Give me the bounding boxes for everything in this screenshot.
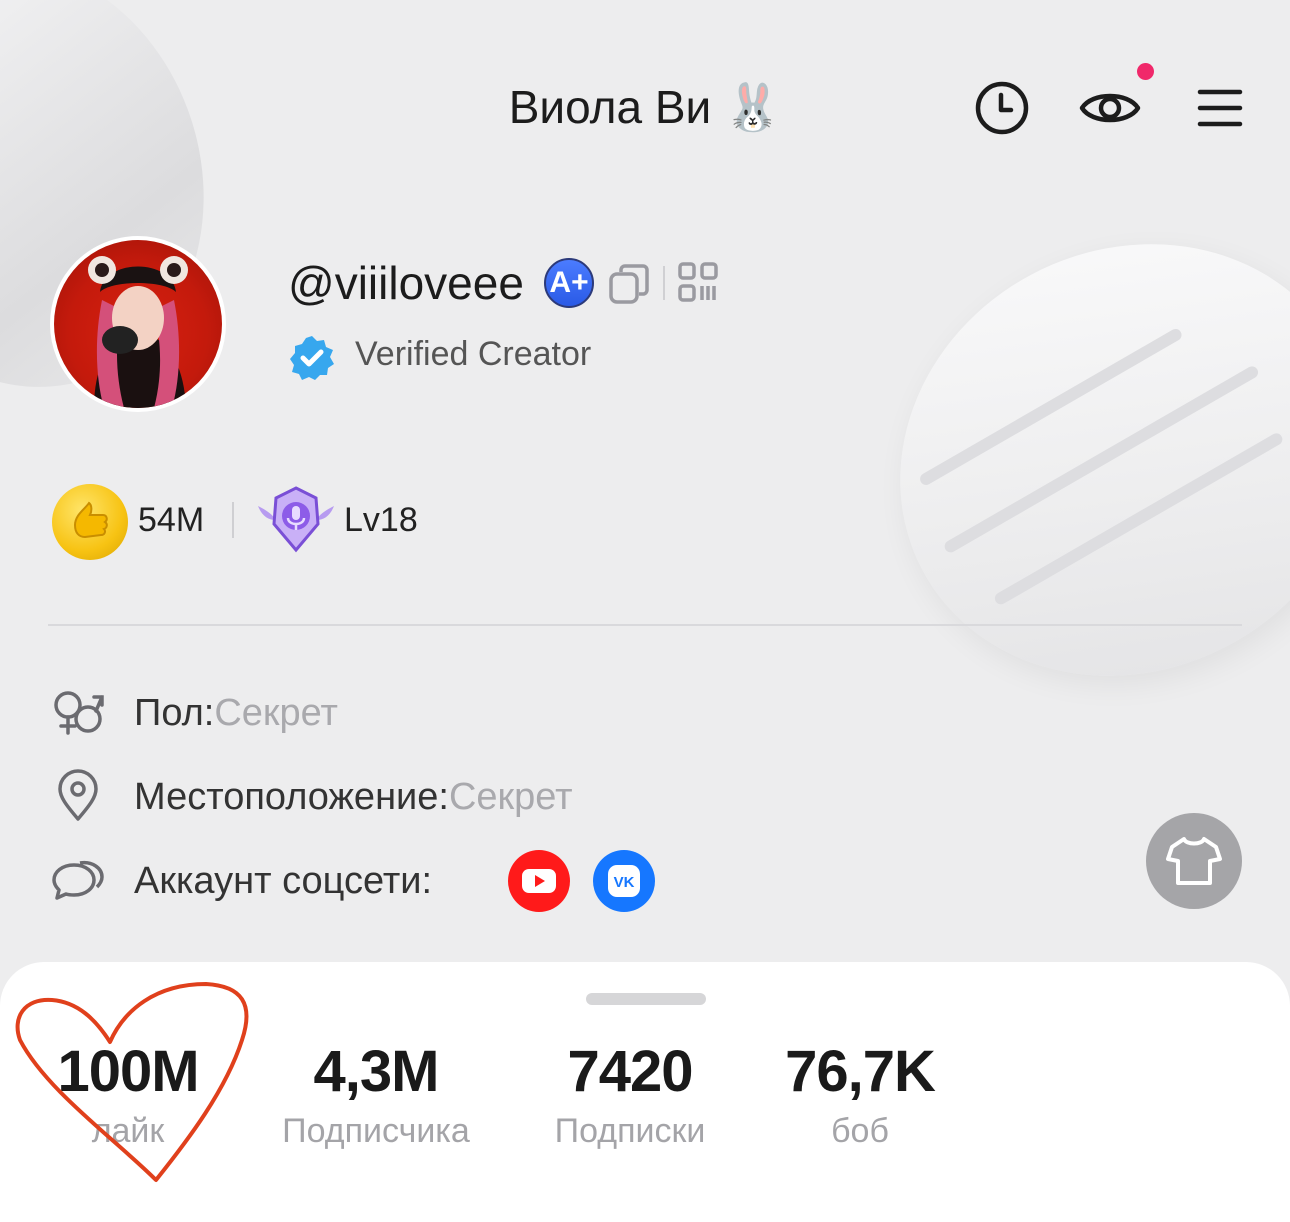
following-caption: Подписки bbox=[554, 1112, 706, 1150]
likes-count: 100M bbox=[57, 1039, 199, 1104]
social-accounts-row: Аккаунт соцсети: bbox=[50, 851, 432, 911]
gender-icon bbox=[50, 685, 106, 741]
avatar[interactable] bbox=[50, 236, 226, 412]
avatar-image bbox=[54, 240, 222, 408]
coin-thumb-icon[interactable] bbox=[52, 484, 128, 560]
sheet-grabber[interactable] bbox=[586, 993, 706, 1005]
likes-stat[interactable]: 100M лайк bbox=[38, 1038, 218, 1156]
followers-count: 4,3M bbox=[313, 1039, 440, 1104]
following-stat[interactable]: 7420 Подписки bbox=[530, 1038, 730, 1156]
qr-code-icon[interactable] bbox=[678, 262, 718, 307]
beans-count: 76,7K bbox=[785, 1039, 936, 1104]
visitors-eye-icon[interactable] bbox=[1078, 78, 1142, 138]
outfit-shirt-button[interactable] bbox=[1146, 813, 1242, 909]
gender-row: Пол: Секрет bbox=[50, 683, 338, 743]
username: @viiiloveee bbox=[288, 257, 524, 309]
likes-caption: лайк bbox=[91, 1112, 165, 1150]
followers-caption: Подписчика bbox=[282, 1112, 470, 1150]
beans-caption: боб bbox=[831, 1112, 889, 1150]
aplus-badge-icon[interactable]: A+ bbox=[544, 258, 594, 308]
verified-creator-label: Verified Creator bbox=[355, 335, 592, 373]
chat-bubbles-icon bbox=[50, 853, 106, 909]
social-accounts-label: Аккаунт соцсети: bbox=[134, 859, 433, 902]
verified-check-icon bbox=[288, 334, 336, 387]
location-pin-icon bbox=[50, 769, 106, 825]
gender-label: Пол: bbox=[134, 691, 215, 734]
svg-text:VK: VK bbox=[614, 874, 635, 891]
vk-icon[interactable]: VK bbox=[593, 850, 655, 912]
location-value: Секрет bbox=[448, 775, 573, 818]
copy-icon[interactable] bbox=[607, 262, 651, 311]
notification-dot bbox=[1137, 63, 1154, 80]
following-count: 7420 bbox=[567, 1039, 693, 1104]
location-row: Местоположение: Секрет bbox=[50, 767, 573, 827]
separator bbox=[232, 502, 234, 538]
level-badge-icon[interactable] bbox=[254, 484, 338, 556]
beans-stat[interactable]: 76,7K боб bbox=[770, 1038, 950, 1156]
background-disc-decoration bbox=[823, 164, 1290, 756]
youtube-icon[interactable] bbox=[508, 850, 570, 912]
shirt-icon bbox=[1166, 837, 1222, 885]
divider bbox=[48, 624, 1242, 626]
coins-count: 54M bbox=[138, 501, 205, 539]
location-label: Местоположение: bbox=[134, 775, 449, 818]
gender-value: Секрет bbox=[214, 691, 338, 734]
menu-icon[interactable] bbox=[1190, 78, 1250, 138]
followers-stat[interactable]: 4,3M Подписчика bbox=[266, 1038, 486, 1156]
level-value: Lv18 bbox=[344, 501, 418, 539]
history-icon[interactable] bbox=[972, 78, 1032, 138]
separator bbox=[663, 266, 665, 300]
